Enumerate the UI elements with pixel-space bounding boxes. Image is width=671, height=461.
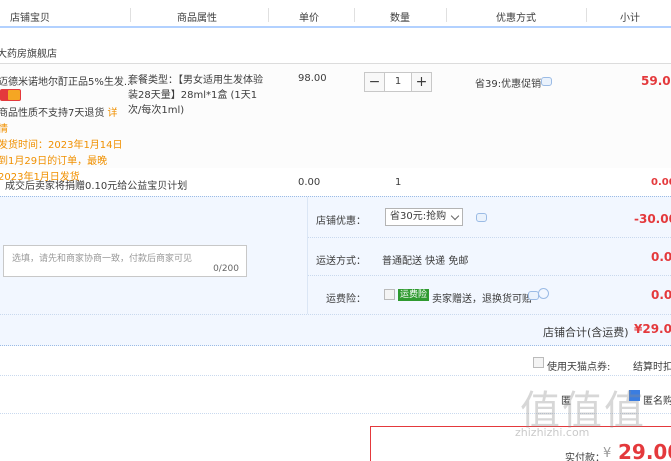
cart-header: 店铺宝贝 商品属性 单价 数量 优惠方式 小计	[0, 0, 671, 28]
row-divider	[308, 275, 671, 276]
shop-total-label: 店铺合计(含运费)	[543, 326, 629, 339]
col-sep	[354, 8, 355, 22]
row-divider	[0, 314, 671, 315]
order-options-panel: 选填，请先和商家协商一致，付款后商家可见 0/200 店铺优惠： 省30元:抢购…	[0, 196, 671, 346]
shop-discount-select[interactable]: 省30元:抢购	[385, 208, 463, 226]
col-sep	[446, 8, 447, 22]
shop-total: ¥29.00	[634, 322, 671, 336]
charity-qty: 1	[395, 177, 402, 188]
sku-attributes: 套餐类型：【男女适用生发体验装28天量】28ml*1盒 (1天1次/每次1ml)	[128, 75, 263, 116]
shop-discount-value: 省30元:抢购	[390, 211, 447, 222]
charity-text: 成交后卖家将捐赠0.10元给公益宝贝计划	[5, 181, 188, 192]
charity-subtotal: 0.00	[651, 177, 671, 188]
card-badge-icon	[7, 89, 21, 101]
charity-row: 成交后卖家将捐赠0.10元给公益宝贝计划 0.00 1 0.00	[0, 168, 671, 196]
qty-decrease-button[interactable]: −	[364, 72, 385, 92]
tmall-points-checkbox[interactable]	[533, 357, 544, 368]
col-sep	[586, 8, 587, 22]
shop-row: 大药房旗舰店	[0, 30, 671, 64]
product-subtotal: 59.00	[641, 74, 671, 88]
delivery-amount: 0.00	[651, 250, 671, 264]
delivery-value: 普通配送 快递 免邮	[382, 256, 469, 267]
message-placeholder: 选填，请先和商家协商一致，付款后商家可见	[12, 254, 193, 264]
paid-currency: ¥	[603, 446, 612, 461]
tmall-points-label: 使用天猫点券:	[547, 362, 611, 373]
help-icon[interactable]	[538, 288, 549, 299]
charity-price: 0.00	[298, 177, 321, 188]
insurance-amount: 0.00	[651, 288, 671, 302]
message-char-count: 0/200	[213, 264, 239, 274]
col-sep	[268, 8, 269, 22]
panel-divider	[307, 197, 308, 314]
col-shop-item: 店铺宝贝	[10, 13, 50, 24]
col-sep	[130, 8, 131, 22]
insurance-tag: 运费险	[398, 289, 430, 301]
shop-discount-amount: -30.00	[634, 212, 671, 226]
product-row: 迈德米诺地尔酊正品5%生发... 商品性质不支持7天退货 详情 发货时间：202…	[0, 64, 671, 183]
shop-name-link[interactable]: 大药房旗舰店	[0, 45, 57, 60]
return-notice-text: 商品性质不支持7天退货	[0, 108, 108, 119]
promo-chat-icon[interactable]	[541, 77, 552, 86]
insurance-text: 卖家赠送，退换货可赔	[432, 294, 532, 305]
insurance-checkbox[interactable]	[384, 289, 395, 300]
paid-label: 实付款：	[565, 453, 605, 461]
product-title-link[interactable]: 迈德米诺地尔酊正品5%生发...	[0, 73, 133, 88]
points-row: 使用天猫点券: 结算时扣	[0, 346, 671, 376]
shop-discount-label: 店铺优惠：	[316, 216, 366, 227]
col-subtotal: 小计	[620, 13, 640, 24]
delivery-label: 运送方式：	[316, 256, 366, 267]
unit-price: 98.00	[298, 73, 327, 84]
col-quantity: 数量	[390, 13, 410, 24]
col-attributes: 商品属性	[177, 13, 217, 24]
qty-input[interactable]: 1	[385, 72, 411, 92]
watermark-url: zhizhizhi.com	[515, 426, 590, 439]
discount-info-icon[interactable]	[476, 213, 487, 222]
col-discount: 优惠方式	[496, 13, 536, 24]
col-price: 单价	[299, 13, 319, 24]
seller-message-input[interactable]: 选填，请先和商家协商一致，付款后商家可见 0/200	[3, 245, 247, 277]
settle-label: 结算时扣	[633, 362, 671, 373]
row-divider	[308, 237, 671, 238]
qty-increase-button[interactable]: +	[411, 72, 432, 92]
chevron-down-icon	[450, 211, 460, 221]
promo-text: 省39:优惠促销	[475, 79, 542, 90]
insurance-label: 运费险：	[326, 294, 366, 305]
